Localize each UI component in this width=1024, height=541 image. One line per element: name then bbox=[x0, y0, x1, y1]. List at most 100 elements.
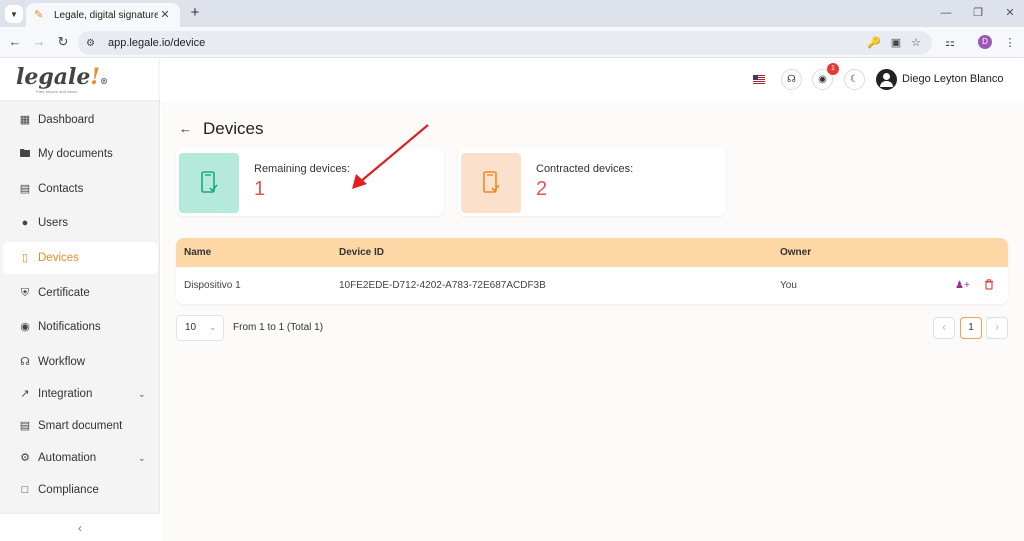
shield-icon: ⛨ bbox=[20, 287, 30, 299]
trash-icon bbox=[985, 279, 993, 290]
theme-toggle-button[interactable]: ☾ bbox=[844, 69, 865, 90]
headset-icon: ☊ bbox=[787, 74, 796, 85]
assign-user-button[interactable]: ♟+ bbox=[955, 279, 970, 293]
new-tab-button[interactable]: + bbox=[186, 4, 204, 22]
sidebar-item-label: Dashboard bbox=[38, 114, 95, 126]
device-icon: ▯ bbox=[21, 252, 29, 264]
address-bar[interactable]: ⚙ app.legale.io/device bbox=[78, 31, 932, 55]
logo-area: legale!® Fast, secure and smart bbox=[0, 58, 160, 101]
menu-dots-icon[interactable]: ⋮ bbox=[1002, 35, 1018, 51]
chevron-left-icon: ‹ bbox=[78, 521, 82, 535]
tab-search-button[interactable]: ▼ bbox=[5, 5, 23, 23]
sidebar-item-label: Compliance bbox=[38, 484, 99, 496]
sidebar-item-contacts[interactable]: ▤ Contacts bbox=[3, 173, 158, 205]
delete-device-button[interactable] bbox=[982, 279, 996, 293]
chevron-down-icon: ⌄ bbox=[209, 323, 216, 332]
close-window-icon[interactable]: ✕ bbox=[998, 4, 1022, 22]
pagination-range: From 1 to 1 (Total 1) bbox=[233, 322, 324, 333]
chevron-down-icon: ⌄ bbox=[138, 452, 146, 463]
dashboard-icon: ▦ bbox=[19, 114, 31, 126]
gear-icon: ⚙ bbox=[20, 452, 30, 464]
sidebar-item-smart-document[interactable]: ▤ Smart document bbox=[3, 410, 158, 442]
devices-table: Name Device ID Owner Dispositivo 1 10FE2… bbox=[176, 238, 1008, 304]
contacts-icon: ▤ bbox=[19, 183, 31, 195]
chevron-right-icon: › bbox=[995, 322, 999, 333]
column-header-name[interactable]: Name bbox=[184, 238, 211, 267]
chat-icon: □ bbox=[21, 484, 29, 496]
sidebar-item-workflow[interactable]: ☊ Workflow bbox=[3, 346, 158, 378]
chevron-down-icon: ▼ bbox=[10, 9, 18, 19]
sidebar-item-notifications[interactable]: ◉ Notifications bbox=[3, 311, 158, 343]
remaining-devices-label: Remaining devices: bbox=[254, 163, 350, 175]
back-arrow-icon[interactable]: ← bbox=[179, 121, 192, 136]
browser-toolbar: ← → ↻ ⚙ app.legale.io/device 🔑 ▣ ☆ ⚏ ⋮ bbox=[0, 27, 1024, 58]
document-icon: ▤ bbox=[19, 420, 31, 432]
sidebar-item-my-documents[interactable]: 🖿 My documents bbox=[3, 138, 158, 170]
reload-icon[interactable]: ↻ bbox=[54, 33, 72, 51]
page-size-select[interactable]: 10 ⌄ bbox=[176, 315, 224, 341]
favicon-icon: ✎ bbox=[34, 9, 44, 21]
sidebar-item-label: Notifications bbox=[38, 321, 101, 333]
star-icon[interactable]: ☆ bbox=[908, 35, 924, 51]
column-header-owner[interactable]: Owner bbox=[780, 238, 811, 267]
forward-arrow-icon[interactable]: → bbox=[30, 33, 48, 51]
main-content: ← Devices Remaining devices: 1 Contracte… bbox=[161, 102, 1024, 541]
previous-page-button[interactable]: ‹ bbox=[933, 317, 955, 339]
username[interactable]: Diego Leyton Blanco bbox=[902, 73, 1004, 85]
remaining-devices-value: 1 bbox=[254, 178, 266, 200]
column-header-device-id[interactable]: Device ID bbox=[339, 238, 384, 267]
notification-badge: 1 bbox=[827, 63, 839, 75]
contracted-devices-tile bbox=[461, 153, 521, 213]
app-header: ☊ ◉ 1 ☾ Diego Leyton Blanco bbox=[160, 58, 1024, 102]
collapse-sidebar-button[interactable]: ‹ bbox=[0, 513, 160, 541]
contracted-devices-label: Contracted devices: bbox=[536, 163, 634, 175]
logo-mark: ! bbox=[90, 64, 101, 90]
site-info-icon[interactable]: ⚙ bbox=[86, 38, 100, 49]
back-arrow-icon[interactable]: ← bbox=[6, 33, 24, 51]
sidebar-item-label: Certificate bbox=[38, 287, 90, 299]
profile-avatar[interactable]: D bbox=[978, 35, 992, 49]
minimize-icon[interactable]: — bbox=[934, 4, 958, 22]
restore-icon[interactable]: ❐ bbox=[966, 4, 990, 22]
browser-tab-bar: ▼ ✎ Legale, digital signature ✕ + — ❐ ✕ bbox=[0, 0, 1024, 27]
url-text: app.legale.io/device bbox=[108, 37, 206, 49]
avatar[interactable] bbox=[876, 69, 897, 90]
key-icon[interactable]: 🔑 bbox=[866, 35, 882, 51]
sidebar-item-users[interactable]: ● Users bbox=[3, 207, 158, 239]
device-owner-cell: You bbox=[780, 280, 797, 291]
contracted-devices-card: Contracted devices: 2 bbox=[458, 148, 726, 216]
contracted-devices-value: 2 bbox=[536, 178, 548, 200]
sidebar-item-compliance[interactable]: □ Compliance bbox=[3, 474, 158, 506]
folder-icon: 🖿 bbox=[19, 148, 31, 160]
remaining-devices-card: Remaining devices: 1 bbox=[176, 148, 444, 216]
bell-icon: ◉ bbox=[20, 321, 30, 333]
device-check-icon bbox=[483, 171, 500, 193]
table-row: Dispositivo 1 10FE2EDE-D712-4202-A783-72… bbox=[176, 267, 1008, 304]
app-logo[interactable]: legale!® bbox=[16, 64, 108, 90]
sidebar-item-devices[interactable]: ▯ Devices bbox=[3, 242, 158, 274]
sidebar-item-label: Users bbox=[38, 217, 69, 229]
logo-tagline: Fast, secure and smart bbox=[36, 89, 77, 94]
cast-icon[interactable]: ▣ bbox=[888, 35, 904, 51]
sidebar-item-label: Integration bbox=[38, 388, 93, 400]
sidebar-item-certificate[interactable]: ⛨ Certificate bbox=[3, 277, 158, 309]
page-size-value: 10 bbox=[185, 322, 197, 333]
page-title: Devices bbox=[203, 119, 264, 138]
sidebar-item-dashboard[interactable]: ▦ Dashboard bbox=[3, 104, 158, 136]
us-flag-icon[interactable] bbox=[753, 75, 765, 84]
support-button[interactable]: ☊ bbox=[781, 69, 802, 90]
device-name-cell: Dispositivo 1 bbox=[184, 280, 241, 291]
page-button-1[interactable]: 1 bbox=[960, 317, 982, 339]
sidebar-item-integration[interactable]: ↗ Integration ⌄ bbox=[3, 378, 158, 410]
sidebar-item-automation[interactable]: ⚙ Automation ⌄ bbox=[3, 442, 158, 474]
external-link-icon: ↗ bbox=[20, 388, 30, 400]
close-icon[interactable]: ✕ bbox=[158, 8, 172, 22]
browser-tab[interactable]: ✎ Legale, digital signature ✕ bbox=[26, 3, 180, 27]
moon-icon: ☾ bbox=[850, 74, 859, 85]
extensions-icon[interactable]: ⚏ bbox=[942, 35, 958, 51]
user-plus-icon: ♟+ bbox=[955, 280, 970, 291]
next-page-button[interactable]: › bbox=[986, 317, 1008, 339]
logo-registered: ® bbox=[100, 76, 109, 86]
sidebar-item-label: Devices bbox=[38, 252, 79, 264]
sidebar-item-label: Smart document bbox=[38, 420, 123, 432]
